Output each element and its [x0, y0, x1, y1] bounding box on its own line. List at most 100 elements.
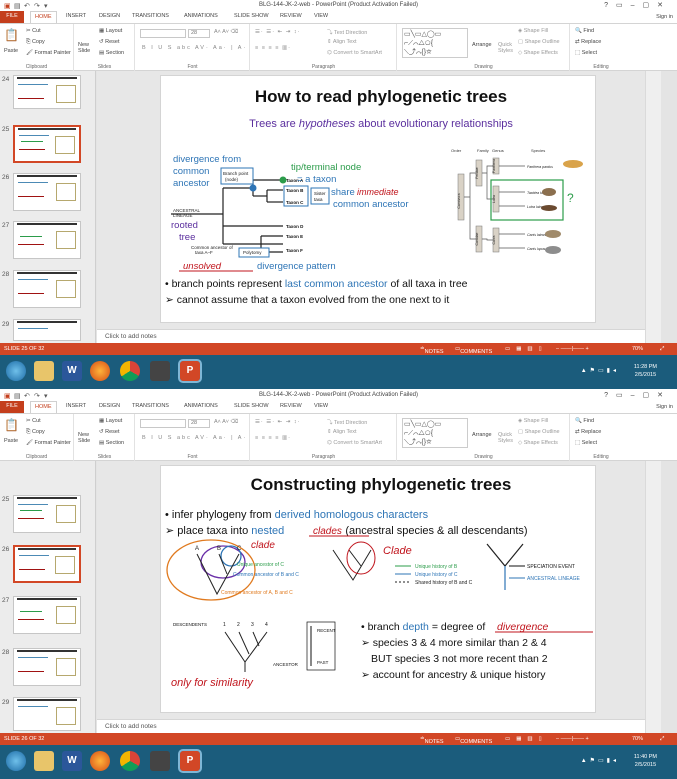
powerpoint-taskbar-icon[interactable]: P [178, 359, 202, 383]
tab-review[interactable]: REVIEW [280, 13, 302, 19]
system-tray-icons[interactable]: ▲⚑▭▮◂ [581, 367, 619, 374]
chrome-icon[interactable] [120, 361, 140, 381]
taskbar-clock[interactable]: 11:40 PM 2/5/2015 [634, 753, 657, 769]
tab-view[interactable]: VIEW [314, 403, 328, 409]
shape-effects-button[interactable]: ◇ Shape Effects [518, 50, 558, 56]
word-icon[interactable]: W [62, 751, 82, 771]
comments-toggle[interactable]: ▭ COMMENTS [455, 736, 492, 745]
font-style-buttons[interactable]: B I U S abc AV· Aa· | A· [142, 45, 247, 51]
tab-insert[interactable]: INSERT [66, 403, 86, 409]
powerpoint-taskbar-icon[interactable]: P [178, 749, 202, 773]
select-button[interactable]: ⬚ Select [575, 50, 597, 56]
zoom-level[interactable]: 70% [632, 346, 643, 352]
shapes-gallery[interactable]: ▭╲▭△◯▭ ⌐⟋⌒△⬠{⟍⤴⌒{}☆ [402, 28, 468, 58]
section-button[interactable]: ▤ Section [99, 50, 124, 56]
slide-thumbnail-25[interactable] [13, 125, 81, 163]
slide-thumbnail-28[interactable] [13, 270, 81, 308]
font-style-buttons[interactable]: B I U S abc AV· Aa· | A· [142, 435, 247, 441]
tab-home[interactable]: HOME [30, 401, 57, 413]
tab-slide-show[interactable]: SLIDE SHOW [234, 13, 269, 19]
arrange-button[interactable]: Arrange [472, 432, 492, 438]
cut-button[interactable]: ✂ Cut [26, 418, 41, 424]
zoom-slider[interactable]: – ——|—— + [556, 346, 589, 352]
firefox-icon[interactable] [90, 361, 110, 381]
firefox-icon[interactable] [90, 751, 110, 771]
paste-icon[interactable]: 📋 [4, 28, 19, 42]
notes-toggle[interactable]: ≐ NOTES [420, 736, 444, 745]
media-icon[interactable] [150, 361, 170, 381]
start-button-icon[interactable] [6, 361, 26, 381]
view-buttons[interactable]: ▭▦▥▯ [505, 736, 548, 742]
font-name-box[interactable] [140, 29, 186, 38]
start-button-icon[interactable] [6, 751, 26, 771]
slide-thumbnail-24[interactable] [13, 75, 81, 109]
copy-button[interactable]: ⎘ Copy [26, 429, 45, 436]
slide-thumbnail-26[interactable] [13, 173, 81, 211]
comments-toggle[interactable]: ▭ COMMENTS [455, 346, 492, 355]
window-controls[interactable]: ?▭–▢✕ [604, 391, 671, 399]
shape-effects-button[interactable]: ◇ Shape Effects [518, 440, 558, 446]
align-buttons[interactable]: ≡ ≡ ≡ ≡ ▥· [255, 435, 291, 441]
tab-file[interactable]: FILE [0, 401, 24, 413]
convert-smartart-button[interactable]: ⌬ Convert to SmartArt [327, 50, 382, 56]
file-explorer-icon[interactable] [34, 361, 54, 381]
arrange-button[interactable]: Arrange [472, 42, 492, 48]
zoom-slider[interactable]: – ——|—— + [556, 736, 589, 742]
list-buttons[interactable]: ☰· ☰· ⇤ ⇥ ↕· [255, 419, 300, 425]
view-buttons[interactable]: ▭▦▥▯ [505, 346, 548, 352]
format-painter-button[interactable]: 🖌 Format Painter [26, 50, 71, 56]
copy-button[interactable]: ⎘ Copy [26, 39, 45, 46]
tab-transitions[interactable]: TRANSITIONS [132, 13, 169, 19]
format-painter-button[interactable]: 🖌 Format Painter [26, 440, 71, 446]
font-size-box[interactable]: 28 [188, 419, 210, 428]
sign-in-link[interactable]: Sign in [656, 14, 673, 20]
layout-button[interactable]: ▦ Layout [99, 418, 122, 424]
tab-slide-show[interactable]: SLIDE SHOW [234, 403, 269, 409]
sign-in-link[interactable]: Sign in [656, 404, 673, 410]
vertical-scrollbar[interactable] [645, 461, 661, 733]
file-explorer-icon[interactable] [34, 751, 54, 771]
cut-button[interactable]: ✂ Cut [26, 28, 41, 34]
tab-file[interactable]: FILE [0, 11, 24, 23]
tab-design[interactable]: DESIGN [99, 13, 120, 19]
paste-icon[interactable]: 📋 [4, 418, 19, 432]
fit-slide-icon[interactable]: ⤢ [660, 736, 664, 743]
tab-insert[interactable]: INSERT [66, 13, 86, 19]
fit-slide-icon[interactable]: ⤢ [660, 346, 664, 353]
new-slide-button[interactable]: New Slide [78, 432, 90, 444]
paste-button[interactable]: Paste [4, 48, 18, 54]
find-button[interactable]: 🔍 Find [575, 418, 594, 424]
select-button[interactable]: ⬚ Select [575, 440, 597, 446]
shape-outline-button[interactable]: ▢ Shape Outline [518, 39, 560, 45]
tab-review[interactable]: REVIEW [280, 403, 302, 409]
shape-fill-button[interactable]: ◈ Shape Fill [518, 418, 548, 424]
word-icon[interactable]: W [62, 361, 82, 381]
convert-smartart-button[interactable]: ⌬ Convert to SmartArt [327, 440, 382, 446]
new-slide-button[interactable]: New Slide [78, 42, 90, 54]
align-text-button[interactable]: ⇕ Align Text [327, 429, 357, 435]
font-size-buttons[interactable]: A˄ A˅ ⌫ [214, 419, 238, 425]
system-tray-icons[interactable]: ▲⚑▭▮◂ [581, 757, 619, 764]
paste-button[interactable]: Paste [4, 438, 18, 444]
tab-transitions[interactable]: TRANSITIONS [132, 403, 169, 409]
media-icon[interactable] [150, 751, 170, 771]
tab-animations[interactable]: ANIMATIONS [184, 13, 218, 19]
tab-view[interactable]: VIEW [314, 13, 328, 19]
slide-canvas[interactable]: How to read phylogenetic trees Trees are… [160, 75, 596, 323]
replace-button[interactable]: ⇄ Replace [575, 429, 601, 435]
vertical-scrollbar[interactable] [645, 71, 661, 343]
slide-thumbnail-26[interactable] [13, 545, 81, 583]
tab-home[interactable]: HOME [30, 11, 57, 23]
slide-canvas[interactable]: Constructing phylogenetic trees • infer … [160, 465, 596, 713]
text-direction-button[interactable]: ⤵ Text Direction [327, 418, 367, 426]
slide-thumbnail-29[interactable] [13, 697, 81, 731]
notes-pane[interactable]: Click to add notes [97, 329, 661, 343]
tab-animations[interactable]: ANIMATIONS [184, 403, 218, 409]
replace-button[interactable]: ⇄ Replace [575, 39, 601, 45]
quick-styles-button[interactable]: Quick Styles [498, 42, 513, 54]
shape-outline-button[interactable]: ▢ Shape Outline [518, 429, 560, 435]
quick-styles-button[interactable]: Quick Styles [498, 432, 513, 444]
align-text-button[interactable]: ⇕ Align Text [327, 39, 357, 45]
slide-thumbnail-27[interactable] [13, 596, 81, 634]
notes-toggle[interactable]: ≐ NOTES [420, 346, 444, 355]
